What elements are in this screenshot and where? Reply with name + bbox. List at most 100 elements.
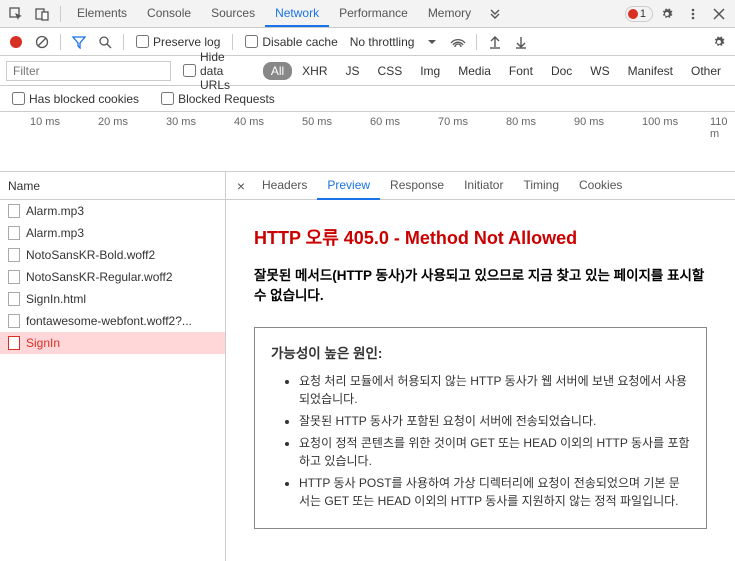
throttling-dropdown-icon[interactable] — [420, 30, 444, 54]
cookie-filter-bar: Has blocked cookies Blocked Requests — [0, 86, 735, 112]
detail-tabs: × HeadersPreviewResponseInitiatorTimingC… — [226, 172, 735, 200]
timeline-tick: 10 ms — [30, 116, 60, 128]
request-list-panel: Name Alarm.mp3 Alarm.mp3 NotoSansKR-Bold.w… — [0, 172, 226, 561]
panel-tab-network[interactable]: Network — [265, 1, 329, 27]
request-name: SignIn.html — [26, 292, 86, 306]
waterfall-timeline[interactable]: 10 ms20 ms30 ms40 ms50 ms60 ms70 ms80 ms… — [0, 112, 735, 172]
request-row[interactable]: fontawesome-webfont.woff2?... — [0, 310, 225, 332]
close-devtools-icon[interactable] — [707, 2, 731, 26]
close-detail-icon[interactable]: × — [230, 175, 252, 197]
type-filter-font[interactable]: Font — [501, 62, 541, 80]
timeline-tick: 70 ms — [438, 116, 468, 128]
file-icon — [8, 292, 20, 306]
type-filter-manifest[interactable]: Manifest — [620, 62, 681, 80]
more-tabs-icon[interactable] — [483, 2, 507, 26]
file-icon — [8, 248, 20, 262]
throttling-select[interactable]: No throttling — [346, 35, 419, 49]
network-toolbar: Preserve log Disable cache No throttling — [0, 28, 735, 56]
request-name: fontawesome-webfont.woff2?... — [26, 314, 192, 328]
export-har-icon[interactable] — [509, 30, 533, 54]
error-count: 1 — [640, 8, 646, 20]
panel-tab-elements[interactable]: Elements — [67, 1, 137, 27]
type-filter-other[interactable]: Other — [683, 62, 729, 80]
timeline-tick: 30 ms — [166, 116, 196, 128]
type-filter-js[interactable]: JS — [338, 62, 368, 80]
request-name: NotoSansKR-Regular.woff2 — [26, 270, 173, 284]
error-dot-icon — [628, 9, 638, 19]
separator — [60, 6, 61, 22]
cause-item: 요청 처리 모듈에서 허용되지 않는 HTTP 동사가 웹 서버에 보낸 요청에… — [299, 372, 690, 408]
name-column-header[interactable]: Name — [0, 172, 225, 200]
blocked-requests-checkbox[interactable]: Blocked Requests — [155, 92, 281, 106]
record-icon — [10, 36, 22, 48]
request-row[interactable]: SignIn — [0, 332, 225, 354]
timeline-tick: 100 ms — [642, 116, 678, 128]
error-title: HTTP 오류 405.0 - Method Not Allowed — [254, 224, 707, 250]
hide-data-urls-checkbox[interactable]: Hide data URLs — [177, 50, 257, 92]
panel-tabs: ElementsConsoleSourcesNetworkPerformance… — [67, 1, 481, 27]
kebab-menu-icon[interactable] — [681, 2, 705, 26]
separator — [60, 34, 61, 50]
filter-input[interactable] — [6, 61, 171, 81]
type-filter-css[interactable]: CSS — [370, 62, 411, 80]
filter-bar: Hide data URLs AllXHRJSCSSImgMediaFontDo… — [0, 56, 735, 86]
type-filter-doc[interactable]: Doc — [543, 62, 580, 80]
request-row[interactable]: SignIn.html — [0, 288, 225, 310]
request-row[interactable]: Alarm.mp3 — [0, 222, 225, 244]
panel-tab-memory[interactable]: Memory — [418, 1, 481, 27]
cause-item: 요청이 정적 콘텐츠를 위한 것이며 GET 또는 HEAD 이외의 HTTP … — [299, 434, 690, 470]
settings-gear-icon[interactable] — [655, 2, 679, 26]
detail-tab-preview[interactable]: Preview — [317, 172, 380, 200]
request-name: NotoSansKR-Bold.woff2 — [26, 248, 155, 262]
panel-tab-console[interactable]: Console — [137, 1, 201, 27]
panel-tab-performance[interactable]: Performance — [329, 1, 418, 27]
cause-list: 요청 처리 모듈에서 허용되지 않는 HTTP 동사가 웹 서버에 보낸 요청에… — [271, 372, 690, 510]
cause-title: 가능성이 높은 원인: — [271, 342, 690, 362]
network-conditions-icon[interactable] — [446, 30, 470, 54]
request-rows: Alarm.mp3 Alarm.mp3 NotoSansKR-Bold.woff2 N… — [0, 200, 225, 561]
timeline-tick: 20 ms — [98, 116, 128, 128]
panel-tab-sources[interactable]: Sources — [201, 1, 265, 27]
network-split-view: Name Alarm.mp3 Alarm.mp3 NotoSansKR-Bold.w… — [0, 172, 735, 561]
type-filter-all[interactable]: All — [263, 62, 292, 80]
request-row[interactable]: NotoSansKR-Bold.woff2 — [0, 244, 225, 266]
request-name: Alarm.mp3 — [26, 204, 84, 218]
filter-toggle-icon[interactable] — [67, 30, 91, 54]
error-description: 잘못된 메서드(HTTP 동사)가 사용되고 있으므로 지금 찾고 있는 페이지… — [254, 266, 707, 307]
preserve-log-checkbox[interactable]: Preserve log — [130, 35, 226, 49]
timeline-tick: 80 ms — [506, 116, 536, 128]
device-toggle-icon[interactable] — [30, 2, 54, 26]
detail-tab-cookies[interactable]: Cookies — [569, 172, 632, 200]
record-button[interactable] — [4, 30, 28, 54]
type-filter-xhr[interactable]: XHR — [294, 62, 335, 80]
timeline-tick: 90 ms — [574, 116, 604, 128]
file-icon — [8, 336, 20, 350]
blocked-cookies-checkbox[interactable]: Has blocked cookies — [6, 92, 145, 106]
request-row[interactable]: NotoSansKR-Regular.woff2 — [0, 266, 225, 288]
network-settings-icon[interactable] — [707, 30, 731, 54]
clear-button[interactable] — [30, 30, 54, 54]
separator — [232, 34, 233, 50]
request-row[interactable]: Alarm.mp3 — [0, 200, 225, 222]
timeline-tick: 40 ms — [234, 116, 264, 128]
error-badge[interactable]: 1 — [625, 6, 653, 22]
type-filter-media[interactable]: Media — [450, 62, 499, 80]
preview-pane: HTTP 오류 405.0 - Method Not Allowed 잘못된 메… — [226, 200, 735, 561]
type-filter-group: AllXHRJSCSSImgMediaFontDocWSManifestOthe… — [263, 62, 729, 80]
detail-tab-headers[interactable]: Headers — [252, 172, 317, 200]
file-icon — [8, 314, 20, 328]
type-filter-ws[interactable]: WS — [582, 62, 617, 80]
detail-tab-initiator[interactable]: Initiator — [454, 172, 513, 200]
disable-cache-checkbox[interactable]: Disable cache — [239, 35, 343, 49]
detail-tab-response[interactable]: Response — [380, 172, 454, 200]
detail-tab-timing[interactable]: Timing — [513, 172, 569, 200]
devtools-header: ElementsConsoleSourcesNetworkPerformance… — [0, 0, 735, 28]
file-icon — [8, 226, 20, 240]
import-har-icon[interactable] — [483, 30, 507, 54]
cause-box: 가능성이 높은 원인: 요청 처리 모듈에서 허용되지 않는 HTTP 동사가 … — [254, 327, 707, 529]
inspect-icon[interactable] — [4, 2, 28, 26]
timeline-tick: 50 ms — [302, 116, 332, 128]
type-filter-img[interactable]: Img — [412, 62, 448, 80]
cause-item: HTTP 동사 POST를 사용하여 가상 디렉터리에 요청이 전송되었으며 기… — [299, 474, 690, 510]
search-icon[interactable] — [93, 30, 117, 54]
